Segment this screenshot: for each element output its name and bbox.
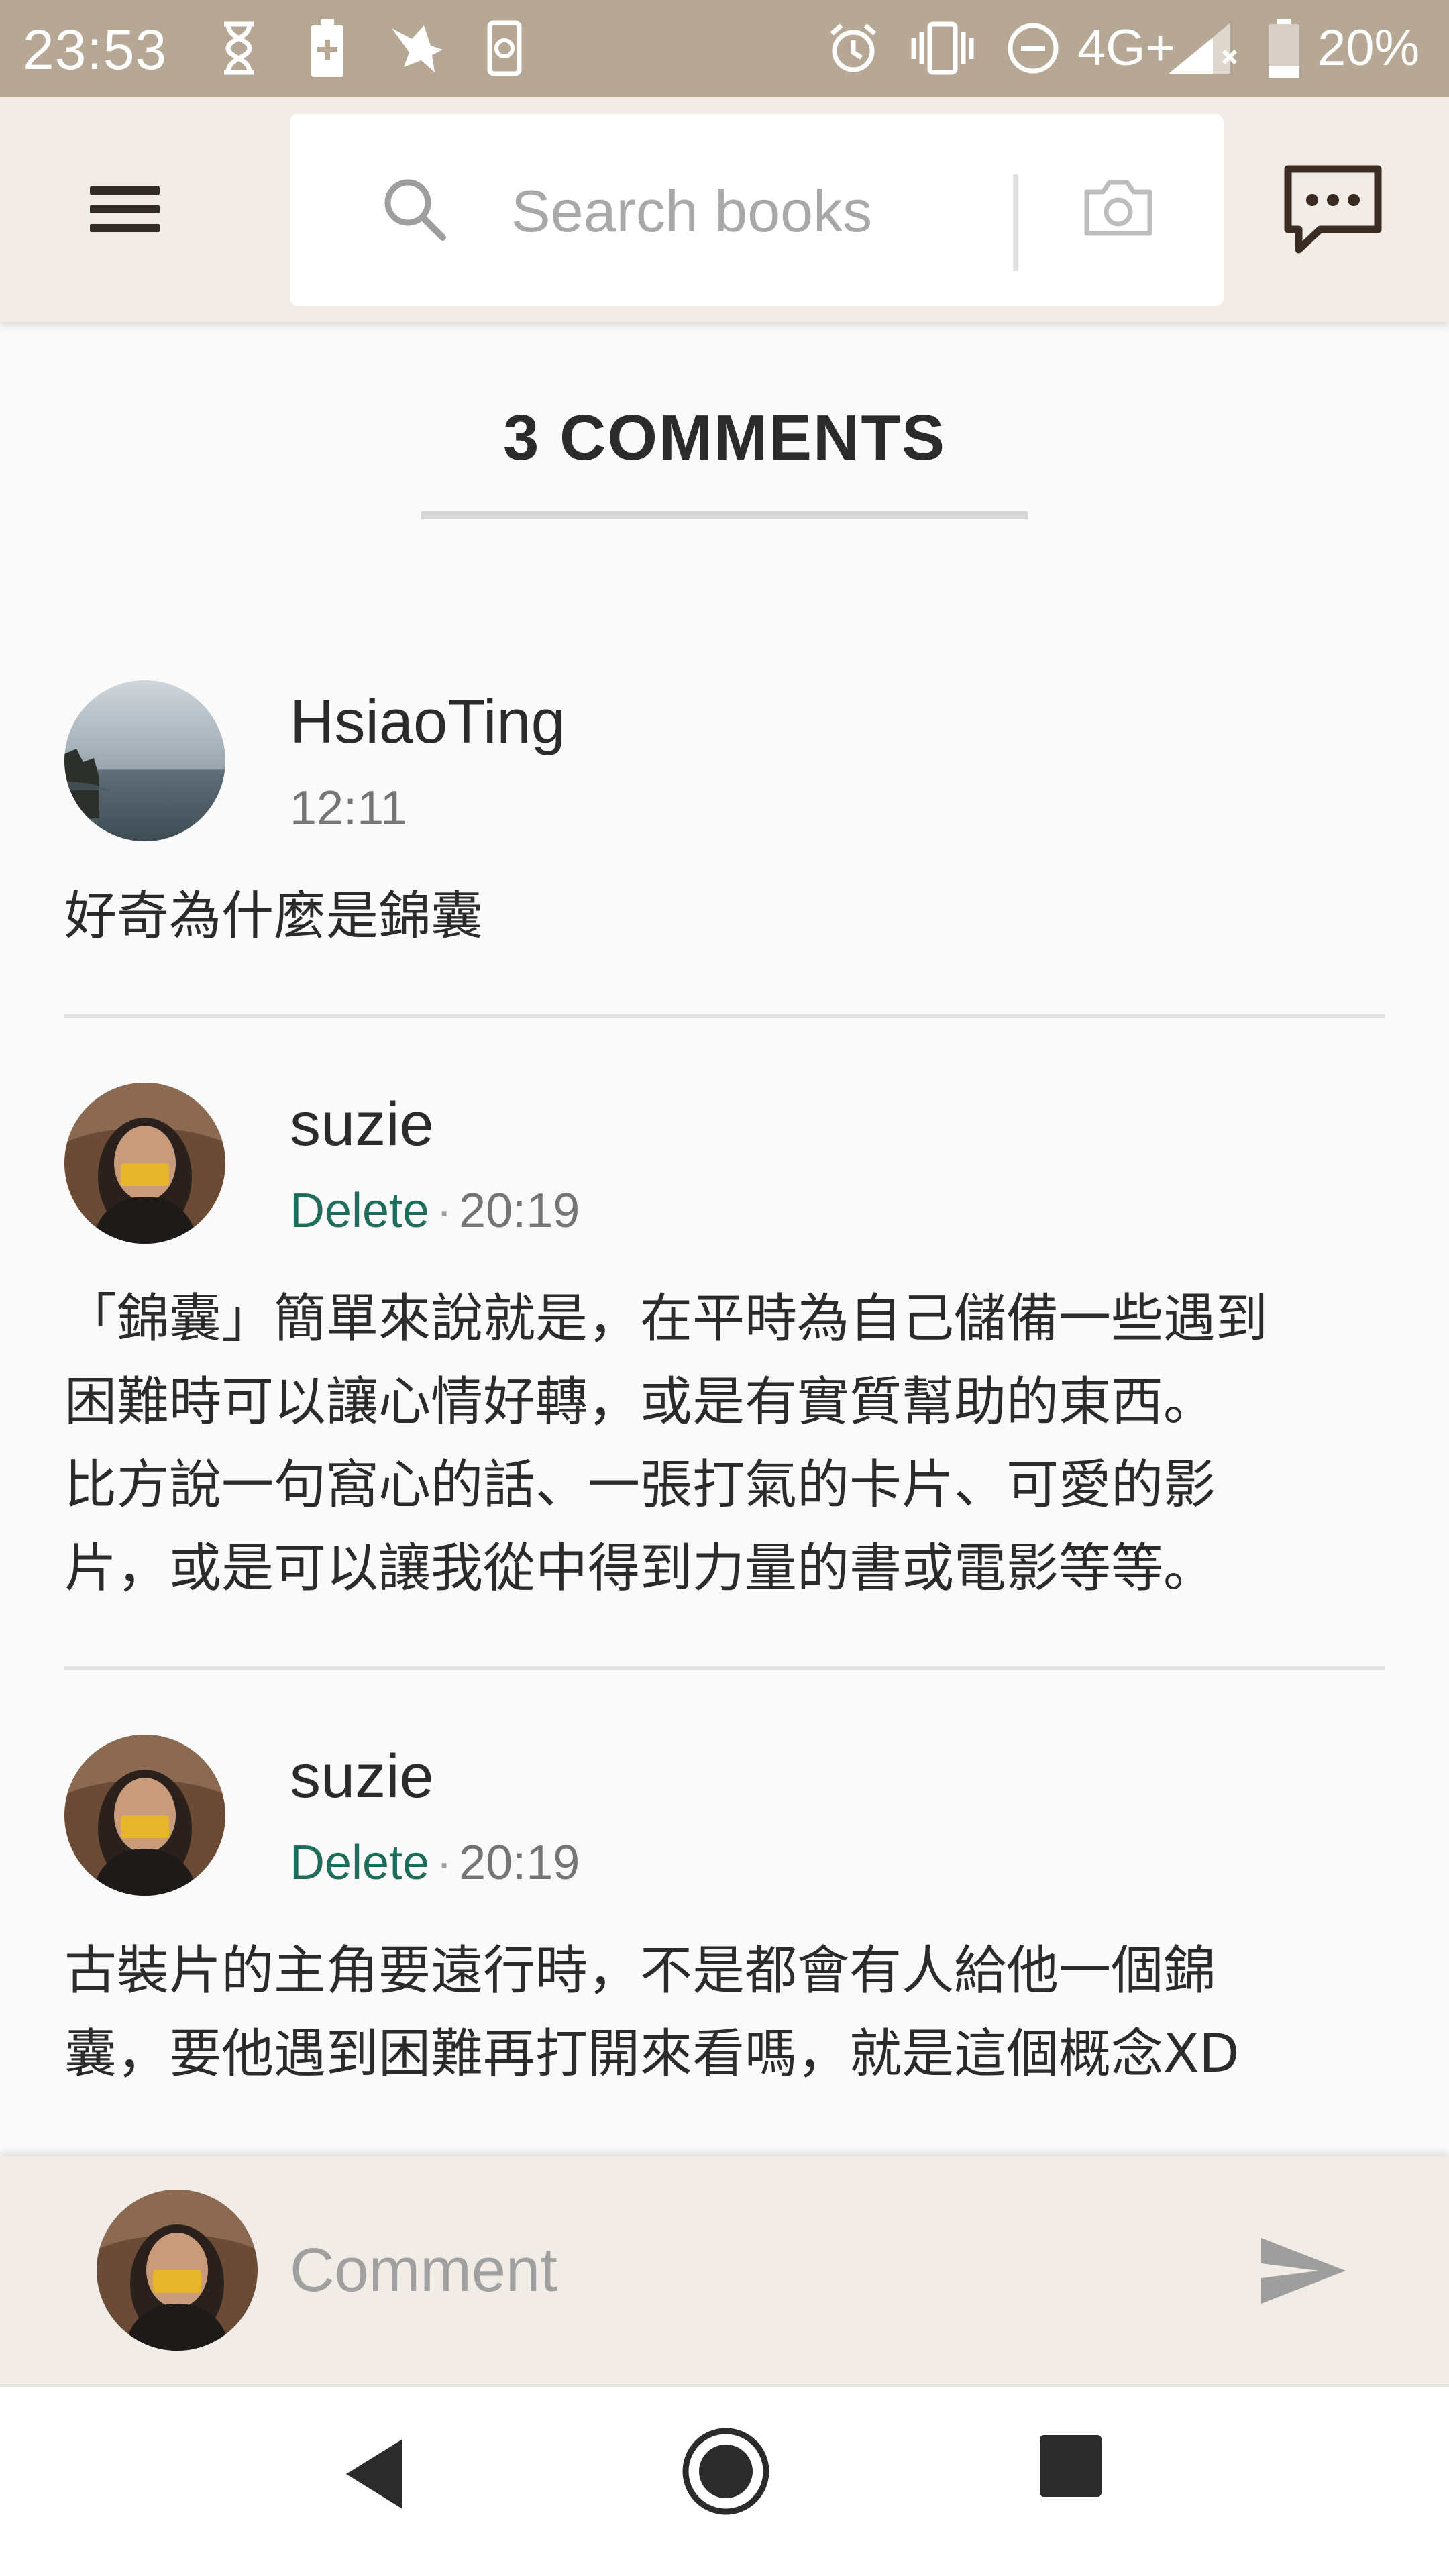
comment-input[interactable]	[290, 2223, 1162, 2317]
comment-text: 「錦囊」簡單來說就是，在平時為自己儲備一些遇到 困難時可以讓心情好轉，或是有實質…	[64, 1277, 1385, 1610]
title-underline	[421, 511, 1028, 519]
comment-author[interactable]: HsiaoTing	[290, 687, 566, 757]
back-icon[interactable]	[341, 2434, 408, 2518]
vibrate-icon	[910, 19, 975, 78]
comment-composer	[0, 2156, 1449, 2384]
delete-link[interactable]: Delete	[290, 1836, 429, 1890]
search-icon	[381, 176, 448, 246]
menu-icon[interactable]	[85, 176, 165, 240]
send-icon[interactable]	[1258, 2235, 1348, 2310]
battery-percent: 20%	[1318, 19, 1420, 76]
search-input[interactable]	[511, 161, 1021, 262]
do-not-disturb-icon	[1006, 19, 1060, 78]
status-bar: 23:53 4G+ 20%	[0, 0, 1449, 97]
avatar[interactable]	[64, 1083, 225, 1244]
hourglass-icon	[219, 19, 259, 78]
avatar[interactable]	[64, 680, 225, 841]
comments-count-title: 3 COMMENTS	[502, 402, 947, 474]
comment-time: 20:19	[459, 1184, 580, 1238]
comment-meta: Delete · 20:19	[290, 1183, 580, 1238]
avatar[interactable]	[64, 1735, 225, 1896]
comment-text-line: 片，或是可以讓我從中得到力量的書或電影等等。	[64, 1538, 1216, 1599]
camera-icon[interactable]	[1081, 176, 1155, 244]
comment-meta: Delete · 20:19	[290, 1835, 580, 1890]
comment-divider	[64, 1666, 1385, 1670]
comment-text-line: 困難時可以讓心情好轉，或是有實質幫助的東西。	[64, 1372, 1216, 1432]
meta-separator: ·	[436, 1836, 453, 1890]
navigation-bar	[0, 2384, 1449, 2576]
search-bar[interactable]	[290, 114, 1224, 306]
delete-link[interactable]: Delete	[290, 1184, 429, 1238]
comment-divider	[64, 1014, 1385, 1018]
comment-author[interactable]: suzie	[290, 1741, 434, 1812]
chat-icon[interactable]	[1281, 162, 1385, 260]
comment-time: 12:11	[290, 782, 407, 835]
recents-icon[interactable]	[1038, 2434, 1103, 2502]
network-type: 4G+	[1077, 19, 1175, 76]
status-time: 23:53	[23, 18, 168, 81]
app-bird-icon	[389, 19, 445, 78]
battery-saver-icon	[309, 19, 346, 78]
battery-icon	[1267, 19, 1301, 78]
app-bar	[0, 97, 1449, 322]
comment-text-line: 比方說一句窩心的話、一張打氣的卡片、可愛的影	[64, 1455, 1216, 1515]
meta-separator: ·	[436, 1184, 453, 1238]
comment-time: 20:19	[459, 1836, 580, 1890]
signal-icon	[1166, 19, 1238, 78]
comment-text-line: 古裝片的主角要遠行時，不是都會有人給他一個錦	[64, 1941, 1216, 2001]
comment-text-line: 囊，要他遇到困難再打開來看嗎，就是這個概念XD	[64, 2024, 1240, 2084]
search-divider	[1013, 174, 1018, 271]
home-icon[interactable]	[679, 2424, 773, 2522]
avatar	[97, 2190, 258, 2351]
comment-author[interactable]: suzie	[290, 1089, 434, 1160]
comment-text: 古裝片的主角要遠行時，不是都會有人給他一個錦 囊，要他遇到困難再打開來看嗎，就是…	[64, 1929, 1385, 2096]
alarm-icon	[826, 19, 880, 78]
comment-text: 好奇為什麼是錦囊	[64, 886, 484, 947]
comment-text-line: 「錦囊」簡單來說就是，在平時為自己儲備一些遇到	[64, 1289, 1269, 1349]
device-icon	[486, 19, 523, 78]
